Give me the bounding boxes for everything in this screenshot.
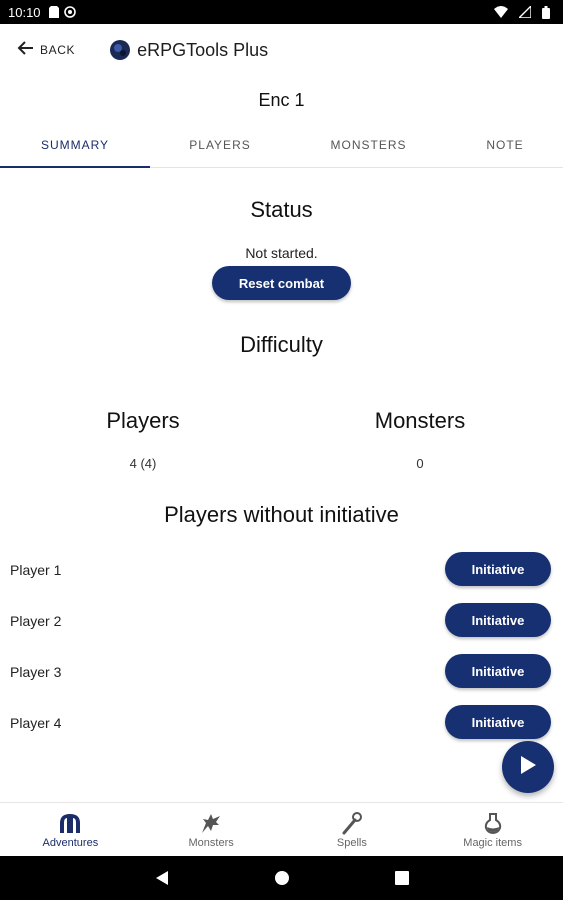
difficulty-heading: Difficulty (240, 332, 323, 357)
app-title: eRPGTools Plus (137, 39, 269, 60)
initiative-button[interactable]: Initiative (445, 603, 551, 637)
circle-home-icon (274, 871, 289, 885)
status-time: 10:10 (8, 4, 41, 20)
nav-spells[interactable]: Spells (282, 803, 423, 856)
potion-icon (484, 813, 501, 835)
nav-monsters[interactable]: Monsters (141, 803, 282, 856)
status-text: Not started. (245, 245, 318, 261)
nav-adventures[interactable]: Adventures (0, 803, 141, 856)
system-home-button[interactable] (222, 870, 342, 886)
signal-icon (519, 6, 531, 18)
list-item: Player 4 Initiative (0, 705, 563, 741)
adventures-icon (60, 814, 81, 833)
initiative-button[interactable]: Initiative (445, 654, 551, 688)
battery-icon (542, 5, 550, 19)
nav-magic-items[interactable]: Magic items (422, 803, 563, 856)
wifi-icon (494, 6, 508, 18)
encounter-title: Enc 1 (258, 90, 305, 110)
wand-icon (342, 812, 362, 835)
initiative-button[interactable]: Initiative (445, 552, 551, 586)
square-recents-icon (394, 871, 409, 885)
players-heading: Players (106, 408, 180, 433)
tab-summary[interactable]: SUMMARY (0, 128, 150, 168)
status-heading: Status (250, 197, 313, 222)
player-name: Player 2 (10, 613, 62, 629)
players-without-initiative-heading: Players without initiative (164, 502, 399, 527)
system-back-button[interactable] (102, 870, 222, 886)
triangle-back-icon (155, 871, 168, 885)
nav-label: Magic items (463, 837, 522, 849)
app-logo-icon (109, 39, 131, 61)
tab-bar: SUMMARY PLAYERS MONSTERS NOTE (0, 128, 563, 168)
back-label: BACK (40, 43, 76, 57)
initiative-button[interactable]: Initiative (445, 705, 551, 739)
back-button[interactable]: BACK (16, 40, 75, 61)
nav-label: Spells (336, 837, 367, 849)
player-name: Player 4 (10, 715, 62, 731)
bottom-navigation: Adventures Monsters Spells Magic items (0, 802, 563, 856)
play-icon (519, 755, 537, 780)
reset-combat-button[interactable]: Reset combat (212, 266, 351, 300)
player-name: Player 3 (10, 664, 62, 680)
monsters-count: 0 (416, 456, 424, 471)
notification-icon (63, 6, 76, 18)
players-count: 4 (4) (129, 456, 157, 471)
list-item: Player 2 Initiative (0, 603, 563, 639)
sd-card-icon (48, 6, 59, 18)
nav-label: Monsters (188, 837, 234, 849)
nav-label: Adventures (42, 837, 99, 849)
tab-note[interactable]: NOTE (447, 128, 563, 167)
monsters-heading: Monsters (374, 408, 466, 433)
list-item: Player 3 Initiative (0, 654, 563, 690)
system-navigation-bar (0, 856, 563, 900)
dragon-icon (202, 814, 221, 833)
status-bar: 10:10 (0, 0, 563, 24)
play-button[interactable] (502, 741, 554, 793)
arrow-left-icon (16, 40, 34, 61)
list-item: Player 1 Initiative (0, 552, 563, 588)
app-bar: BACK eRPGTools Plus (0, 24, 563, 76)
player-name: Player 1 (10, 562, 62, 578)
tab-players[interactable]: PLAYERS (150, 128, 290, 167)
tab-monsters[interactable]: MONSTERS (290, 128, 447, 167)
system-recents-button[interactable] (342, 871, 462, 885)
